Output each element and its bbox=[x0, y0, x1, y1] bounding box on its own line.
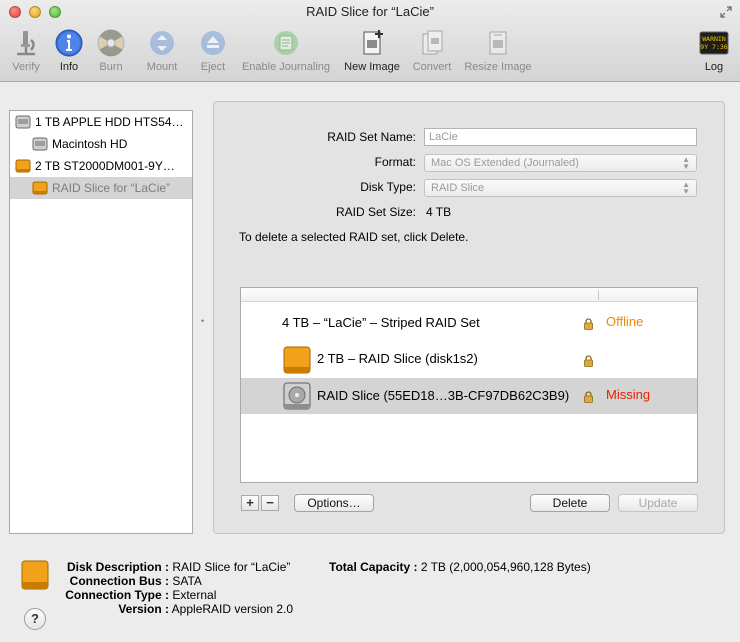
popup-arrows-icon: ▲ ▼ bbox=[682, 180, 690, 196]
raid-slice-icon bbox=[32, 181, 48, 195]
disk-description-value: RAID Slice for “LaCie” bbox=[172, 560, 291, 574]
info-button[interactable]: Info bbox=[52, 28, 86, 73]
sidebar-item-label: RAID Slice for “LaCie” bbox=[52, 181, 171, 195]
split-view-handle[interactable]: • bbox=[201, 316, 204, 326]
new-image-icon bbox=[363, 30, 383, 55]
raid-members-table[interactable]: 4 TB – “LaCie” – Striped RAID Set Offlin… bbox=[240, 287, 698, 483]
svg-text:WARNIN: WARNIN bbox=[702, 35, 726, 43]
connection-type-row: Connection Type : External bbox=[40, 588, 216, 602]
sidebar-item-label: 1 TB APPLE HDD HTS54… bbox=[35, 115, 184, 129]
options-button[interactable]: Options… bbox=[294, 494, 374, 512]
disk-type-popup-value: RAID Slice bbox=[431, 182, 485, 194]
total-capacity-row: Total Capacity : 2 TB (2,000,054,960,128… bbox=[329, 560, 591, 574]
sidebar-item-raid-slice[interactable]: RAID Slice for “LaCie” bbox=[10, 177, 192, 199]
eject-button[interactable]: Eject bbox=[195, 28, 231, 73]
table-row[interactable]: 2 TB – RAID Slice (disk1s2) bbox=[241, 341, 697, 377]
resize-image-button[interactable]: Resize Image bbox=[462, 28, 534, 73]
log-button[interactable]: WARNIN 9Y 7:36 Log bbox=[697, 28, 731, 73]
sidebar-item-external-disk[interactable]: 2 TB ST2000DM001-9Y… bbox=[10, 155, 192, 177]
status-offline: Offline bbox=[606, 314, 644, 329]
external-disk-icon bbox=[15, 159, 31, 173]
connection-bus-label: Connection Bus : bbox=[69, 574, 169, 588]
burn-icon bbox=[97, 29, 125, 57]
version-value: AppleRAID version 2.0 bbox=[171, 602, 294, 616]
enable-journaling-button[interactable]: Enable Journaling bbox=[238, 28, 334, 73]
connection-type-label: Connection Type : bbox=[65, 588, 169, 602]
raid-set-size-value: 4 TB bbox=[426, 205, 452, 219]
disk-type-popup[interactable]: RAID Slice ▲ ▼ bbox=[424, 179, 697, 197]
convert-button[interactable]: Convert bbox=[408, 28, 456, 73]
info-icon bbox=[55, 29, 83, 57]
resize-image-icon bbox=[489, 31, 507, 55]
sidebar-item-macintosh-hd[interactable]: Macintosh HD bbox=[10, 133, 192, 155]
lock-icon bbox=[584, 318, 593, 330]
total-capacity-label: Total Capacity : bbox=[329, 560, 418, 574]
disk-list-sidebar[interactable]: 1 TB APPLE HDD HTS54… Macintosh HD 2 TB … bbox=[9, 110, 193, 534]
external-disk-icon bbox=[283, 346, 311, 374]
microscope-icon bbox=[17, 31, 35, 56]
internal-disk-icon bbox=[15, 115, 31, 129]
remove-member-button[interactable]: − bbox=[261, 495, 279, 511]
connection-bus-value: SATA bbox=[172, 574, 202, 588]
version-label: Version : bbox=[118, 602, 169, 616]
format-popup-value: Mac OS Extended (Journaled) bbox=[431, 157, 579, 169]
format-popup[interactable]: Mac OS Extended (Journaled) ▲ ▼ bbox=[424, 154, 697, 172]
help-button[interactable]: ? bbox=[24, 608, 46, 630]
raid-set-name-field[interactable]: LaCie bbox=[424, 128, 697, 146]
member-disk-name: 2 TB – RAID Slice (disk1s2) bbox=[317, 351, 478, 366]
connection-type-value: External bbox=[172, 588, 217, 602]
eject-icon bbox=[201, 31, 225, 55]
popup-arrows-icon: ▲ ▼ bbox=[682, 155, 690, 171]
table-row[interactable]: 4 TB – “LaCie” – Striped RAID Set Offlin… bbox=[241, 305, 697, 341]
mount-button[interactable]: Mount bbox=[142, 28, 182, 73]
raid-set-name: 4 TB – “LaCie” – Striped RAID Set bbox=[282, 315, 480, 330]
fullscreen-icon[interactable] bbox=[720, 6, 732, 18]
raid-set-size-label: RAID Set Size: bbox=[335, 205, 416, 219]
status-missing: Missing bbox=[606, 387, 651, 402]
missing-disk-icon bbox=[283, 382, 311, 410]
disk-description-label: Disk Description : bbox=[66, 560, 169, 574]
journal-icon bbox=[274, 31, 298, 55]
mount-icon bbox=[150, 31, 174, 55]
burn-button[interactable]: Burn bbox=[94, 28, 128, 73]
update-button[interactable]: Update bbox=[618, 494, 698, 512]
add-member-button[interactable]: + bbox=[241, 495, 259, 511]
new-image-button[interactable]: New Image bbox=[341, 28, 403, 73]
disk-type-label: Disk Type: bbox=[360, 180, 416, 194]
lock-icon bbox=[584, 391, 593, 403]
volume-icon bbox=[32, 137, 48, 151]
table-row[interactable]: RAID Slice (55ED18…3B-CF97DB62C3B9) Miss… bbox=[241, 378, 697, 414]
table-header bbox=[241, 288, 697, 302]
convert-icon bbox=[422, 30, 443, 55]
connection-bus-row: Connection Bus : SATA bbox=[40, 574, 202, 588]
verify-button[interactable]: Verify bbox=[8, 28, 44, 73]
console-log-icon: WARNIN 9Y 7:36 bbox=[699, 31, 729, 55]
total-capacity-value: 2 TB (2,000,054,960,128 Bytes) bbox=[420, 560, 591, 574]
sidebar-item-label: Macintosh HD bbox=[52, 137, 128, 151]
lock-icon bbox=[584, 355, 593, 367]
window-toolbar: RAID Slice for “LaCie” Verify Info Burn bbox=[0, 0, 740, 82]
sidebar-item-label: 2 TB ST2000DM001-9Y… bbox=[35, 159, 175, 173]
raid-set-name-label: RAID Set Name: bbox=[327, 130, 416, 144]
svg-text:9Y 7:36: 9Y 7:36 bbox=[700, 43, 727, 51]
disk-description-row: Disk Description : RAID Slice for “LaCie… bbox=[40, 560, 290, 574]
window-title: RAID Slice for “LaCie” bbox=[306, 4, 434, 19]
delete-instruction-text: To delete a selected RAID set, click Del… bbox=[239, 230, 469, 244]
sidebar-item-internal-disk[interactable]: 1 TB APPLE HDD HTS54… bbox=[10, 111, 192, 133]
format-label: Format: bbox=[374, 155, 416, 169]
delete-button[interactable]: Delete bbox=[530, 494, 610, 512]
member-disk-name: RAID Slice (55ED18…3B-CF97DB62C3B9) bbox=[317, 388, 570, 403]
version-row: Version : AppleRAID version 2.0 bbox=[40, 602, 293, 616]
